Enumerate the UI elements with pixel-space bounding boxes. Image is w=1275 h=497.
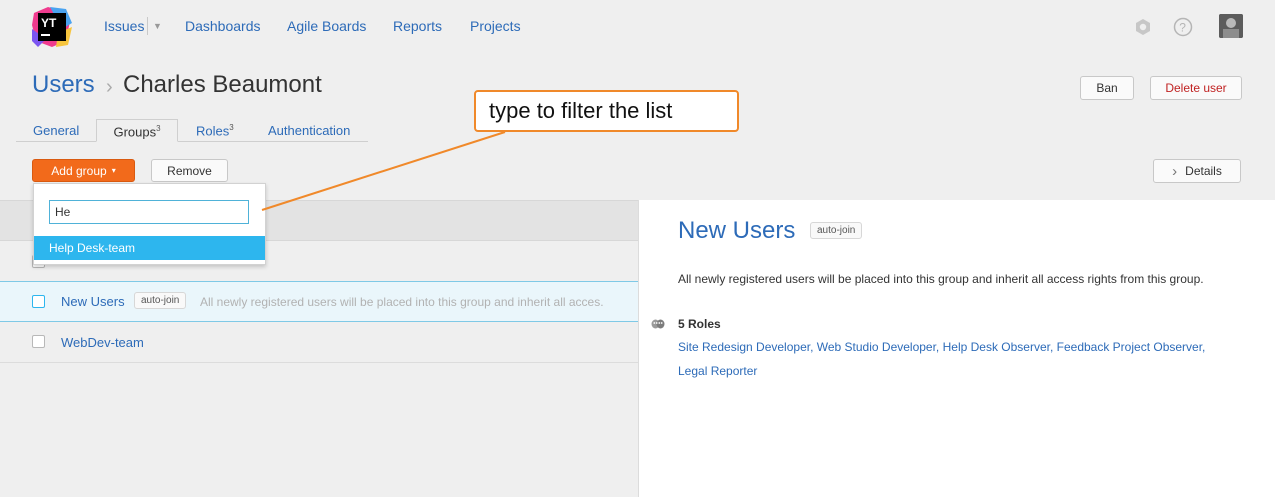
group-description: All newly registered users will be place… [200, 295, 604, 309]
nav-divider [147, 17, 148, 35]
logo-text: YT [41, 16, 57, 30]
group-filter-input[interactable] [49, 200, 249, 224]
roles-masks-icon [651, 318, 665, 330]
nav-dashboards[interactable]: Dashboards [185, 18, 261, 34]
auto-join-badge: auto-join [134, 292, 187, 309]
roles-line-2[interactable]: Legal Reporter [678, 359, 1258, 383]
tab-roles-count: 3 [229, 123, 234, 132]
roles-list: Site Redesign Developer, Web Studio Deve… [678, 335, 1258, 383]
svg-text:?: ? [1179, 21, 1186, 35]
breadcrumb-separator: › [106, 76, 113, 98]
details-auto-join-badge: auto-join [810, 222, 863, 239]
nav-reports[interactable]: Reports [393, 18, 442, 34]
row-checkbox[interactable] [32, 295, 45, 308]
tab-general[interactable]: General [33, 123, 79, 138]
table-row[interactable]: WebDev-team [0, 322, 638, 363]
add-group-dropdown: Help Desk-team [33, 183, 266, 265]
add-group-button[interactable]: Add group ▾ [32, 159, 135, 182]
youtrack-logo[interactable]: YT [32, 7, 72, 47]
nav-issues[interactable]: Issues [104, 18, 144, 34]
details-label: Details [1185, 164, 1222, 178]
tab-roles[interactable]: Roles3 [196, 123, 234, 138]
nav-agile-boards[interactable]: Agile Boards [287, 18, 366, 34]
roles-count: 5 Roles [678, 317, 721, 331]
dropdown-item-help-desk-team[interactable]: Help Desk-team [34, 236, 265, 260]
chevron-down-icon: ▾ [111, 166, 116, 175]
delete-user-button[interactable]: Delete user [1150, 76, 1242, 100]
breadcrumb-users[interactable]: Users [32, 71, 95, 99]
help-icon[interactable]: ? [1173, 17, 1193, 37]
group-name[interactable]: New Users [61, 294, 125, 309]
tab-general-label: General [33, 123, 80, 138]
callout-connector [261, 131, 506, 211]
roles-line-1[interactable]: Site Redesign Developer, Web Studio Deve… [678, 335, 1258, 359]
table-row[interactable]: New Users auto-join All newly registered… [0, 281, 638, 322]
add-group-label: Add group [51, 163, 107, 178]
issues-caret-icon[interactable]: ▼ [153, 21, 162, 31]
tab-groups-label: Groups [113, 124, 157, 140]
page-title: Charles Beaumont [123, 71, 322, 98]
tab-groups[interactable]: Groups3 [96, 119, 178, 142]
details-button[interactable]: › Details [1153, 159, 1241, 183]
remove-button[interactable]: Remove [151, 159, 228, 182]
user-avatar[interactable] [1219, 14, 1243, 38]
details-title: New Users [678, 217, 796, 244]
tab-roles-label: Roles [196, 123, 230, 139]
details-description: All newly registered users will be place… [678, 272, 1204, 286]
settings-icon[interactable] [1133, 17, 1153, 37]
ban-button[interactable]: Ban [1080, 76, 1134, 100]
tab-groups-count: 3 [156, 124, 161, 133]
annotation-callout: type to filter the list [474, 90, 739, 132]
row-checkbox[interactable] [32, 335, 45, 348]
group-name[interactable]: WebDev-team [61, 335, 144, 350]
nav-projects[interactable]: Projects [470, 18, 521, 34]
chevron-right-icon: › [1172, 162, 1178, 180]
